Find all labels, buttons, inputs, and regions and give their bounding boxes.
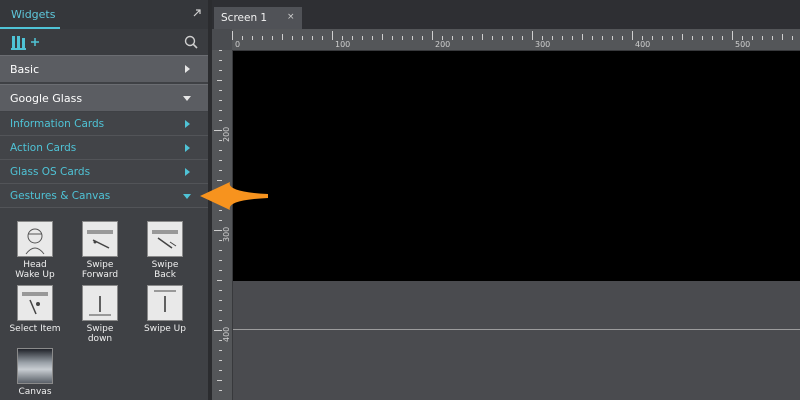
subcategory-glass-os-cards[interactable]: Glass OS Cards — [0, 160, 208, 184]
vruler-label: 400 — [222, 326, 231, 342]
widget-label: down — [87, 334, 113, 344]
chevron-right-icon — [185, 119, 190, 128]
widget-label: Wake Up — [15, 270, 55, 280]
widget-label: Forward — [81, 270, 119, 280]
chevron-right-icon — [185, 143, 190, 152]
horizontal-ruler-ticks — [232, 31, 793, 40]
editor-tabbar: Screen 1 × — [212, 0, 800, 29]
vertical-ruler-ticks — [214, 50, 222, 391]
widget-swipe-down[interactable]: Swipe down — [70, 285, 130, 344]
subcategory-label: Glass OS Cards — [10, 166, 91, 178]
hruler-label: 500 — [735, 40, 751, 49]
subcategory-label: Information Cards — [10, 118, 105, 130]
glass-screen[interactable] — [233, 51, 800, 281]
hruler-label: 100 — [335, 40, 351, 49]
widget-label: Swipe — [86, 260, 114, 270]
pointer-arrow-icon — [200, 182, 268, 210]
category-google-glass[interactable]: Google Glass — [0, 84, 208, 111]
vruler-label: 200 — [222, 126, 231, 142]
swipe-up-thumbnail — [147, 285, 183, 321]
chevron-down-icon — [183, 96, 191, 101]
widgets-panel: Widgets Basic Google Glass Information C… — [0, 0, 208, 400]
chevron-down-icon — [183, 193, 191, 199]
panel-header: Widgets — [0, 0, 208, 29]
widget-label: Head — [23, 260, 47, 270]
widget-label: Canvas — [18, 387, 52, 397]
guide-line[interactable] — [233, 329, 800, 330]
tab-widgets[interactable]: Widgets — [0, 0, 60, 29]
widget-grid: Head Wake Up Swipe Forward Swipe Back Se… — [0, 208, 208, 400]
subcategory-label: Action Cards — [10, 142, 77, 154]
widget-swipe-up[interactable]: Swipe Up — [135, 285, 195, 334]
library-add-icon[interactable] — [11, 34, 41, 50]
widget-label: Swipe — [86, 324, 114, 334]
widget-canvas[interactable]: Canvas — [5, 348, 65, 397]
hruler-label: 0 — [235, 40, 241, 49]
tab-screen-1[interactable]: Screen 1 × — [214, 7, 302, 29]
widget-label: Swipe — [151, 260, 179, 270]
widget-label: Back — [154, 270, 176, 280]
chevron-right-icon — [185, 65, 190, 73]
close-icon[interactable]: × — [287, 12, 295, 22]
subcategory-gestures-canvas[interactable]: Gestures & Canvas — [0, 184, 208, 208]
vertical-ruler: 200 300 400 — [212, 50, 233, 400]
ruler-corner — [212, 29, 232, 50]
swipe-back-thumbnail — [147, 221, 183, 257]
widget-label: Swipe Up — [144, 324, 186, 334]
category-basic-label: Basic — [10, 63, 40, 76]
widget-head-wake-up[interactable]: Head Wake Up — [5, 221, 65, 280]
swipe-down-thumbnail — [82, 285, 118, 321]
chevron-right-icon — [185, 167, 190, 176]
horizontal-ruler: 0 100 200 300 400 500 — [232, 29, 800, 51]
subcategory-label: Gestures & Canvas — [10, 190, 111, 202]
subcategory-action-cards[interactable]: Action Cards — [0, 136, 208, 160]
tab-screen-1-label: Screen 1 — [221, 12, 268, 24]
head-wake-up-thumbnail — [17, 221, 53, 257]
widget-swipe-back[interactable]: Swipe Back — [135, 221, 195, 280]
vruler-label: 300 — [222, 226, 231, 242]
category-basic[interactable]: Basic — [0, 55, 208, 82]
select-item-thumbnail — [17, 285, 53, 321]
hruler-label: 200 — [435, 40, 451, 49]
widget-swipe-forward[interactable]: Swipe Forward — [70, 221, 130, 280]
canvas-thumbnail — [17, 348, 53, 384]
widget-select-item[interactable]: Select Item — [5, 285, 65, 334]
swipe-forward-thumbnail — [82, 221, 118, 257]
widget-label: Select Item — [9, 324, 61, 334]
subcategory-information-cards[interactable]: Information Cards — [0, 112, 208, 136]
hruler-label: 400 — [635, 40, 651, 49]
search-icon[interactable] — [184, 35, 198, 49]
category-google-glass-label: Google Glass — [10, 92, 83, 105]
expand-icon[interactable] — [191, 7, 203, 19]
hruler-label: 300 — [535, 40, 551, 49]
panel-toolbar — [0, 29, 208, 55]
tab-widgets-label: Widgets — [11, 8, 56, 21]
